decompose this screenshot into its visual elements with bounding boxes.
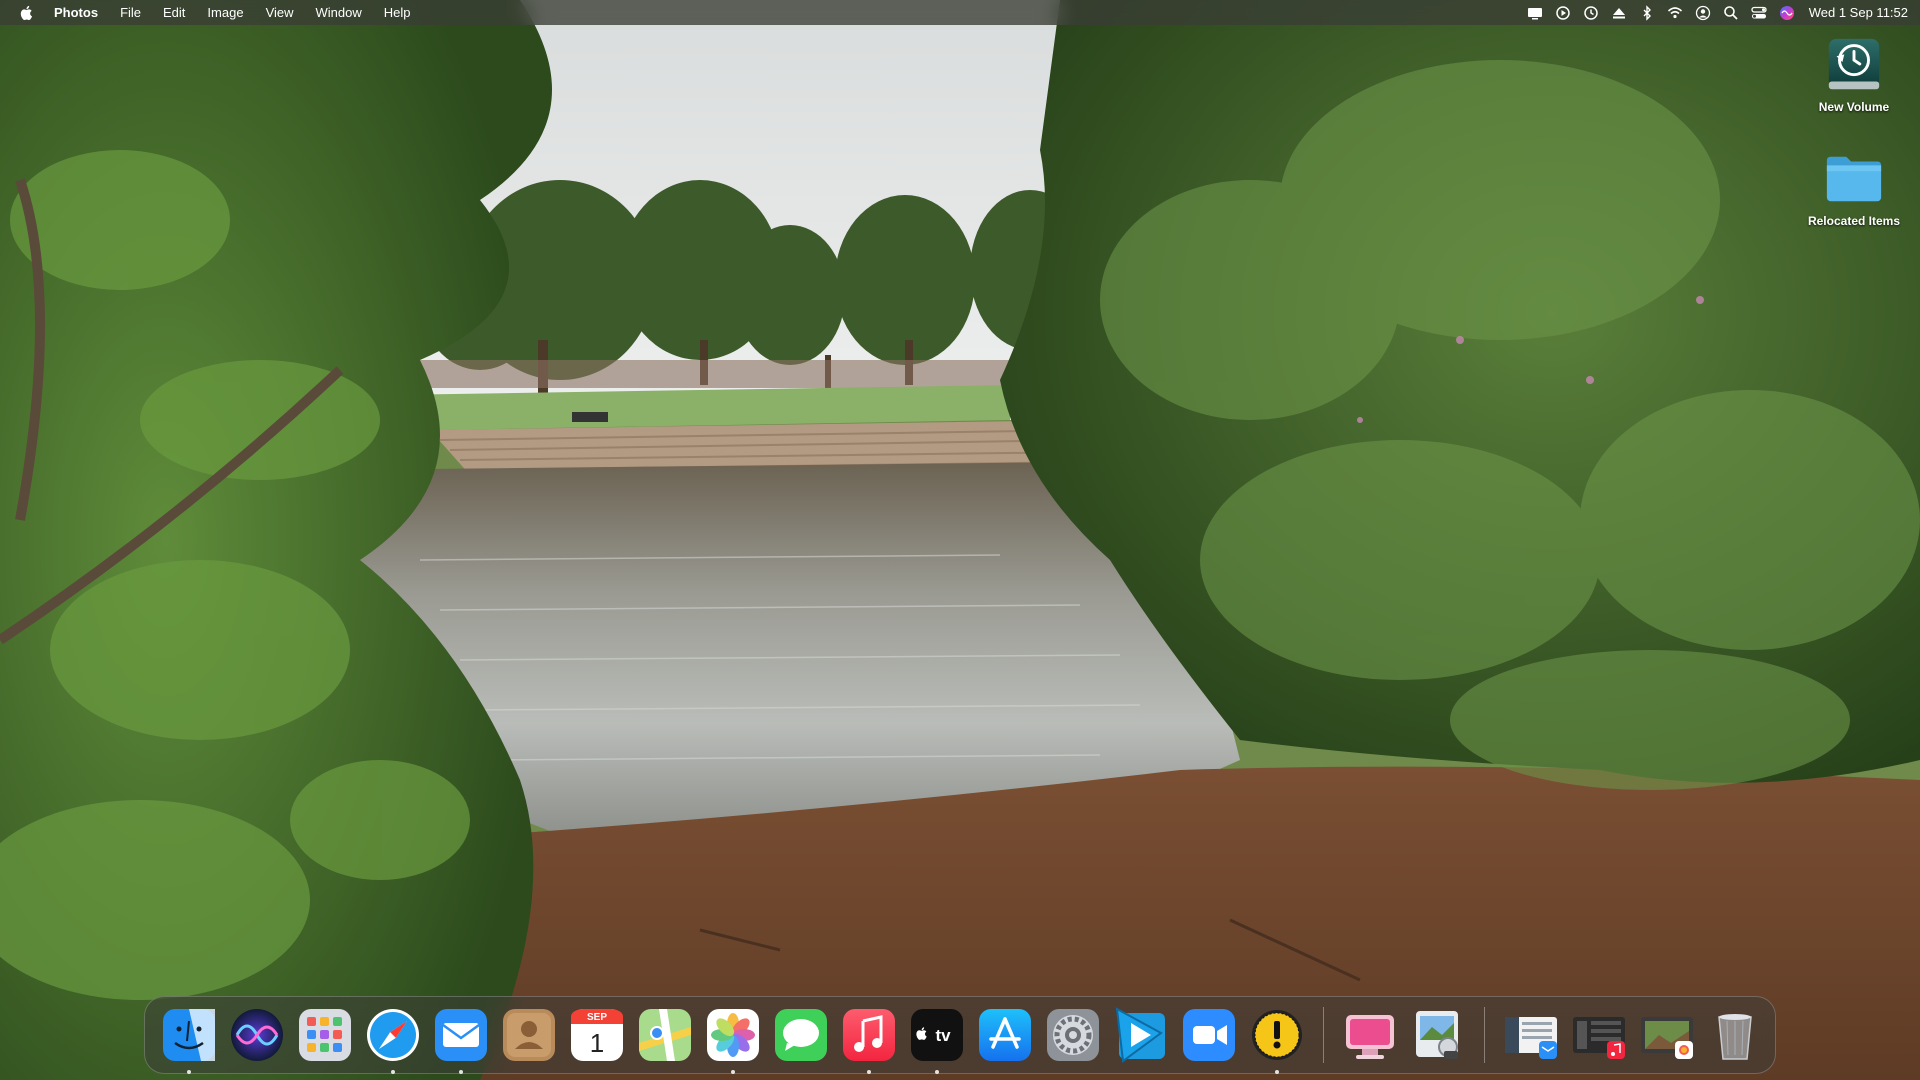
dock-siri[interactable]: [227, 1005, 287, 1065]
menubar-clock[interactable]: Wed 1 Sep 11:52: [1809, 5, 1908, 20]
user-icon[interactable]: [1689, 0, 1717, 25]
mail-icon: [435, 1009, 487, 1061]
app-store-icon: [979, 1009, 1031, 1061]
minimized-window-icon: [1573, 1017, 1625, 1059]
wifi-icon[interactable]: [1661, 0, 1689, 25]
siri-icon[interactable]: [1773, 0, 1801, 25]
running-indicator: [1275, 1070, 1279, 1074]
minimized-window-icon: [1505, 1017, 1557, 1059]
running-indicator: [935, 1070, 939, 1074]
cleanmymac-icon: [1346, 1015, 1394, 1059]
time-machine-icon[interactable]: [1577, 0, 1605, 25]
dock-separator: [1323, 1007, 1324, 1063]
desktop-icon-label: Relocated Items: [1807, 214, 1901, 228]
menu-view[interactable]: View: [255, 0, 305, 25]
calendar-day: 1: [590, 1028, 604, 1058]
calendar-month: SEP: [587, 1012, 607, 1023]
dock-music[interactable]: [839, 1005, 899, 1074]
dock-tv[interactable]: tv: [907, 1005, 967, 1074]
dock-trash[interactable]: [1705, 1005, 1765, 1065]
play-circle-icon[interactable]: [1549, 0, 1577, 25]
preview-icon: [1416, 1011, 1458, 1059]
dock-photos[interactable]: [703, 1005, 763, 1074]
desktop-wallpaper: [0, 0, 1920, 1080]
running-indicator: [731, 1070, 735, 1074]
console-warning-icon: [1252, 1010, 1302, 1060]
desktop-icon-relocated-items[interactable]: Relocated Items: [1799, 146, 1909, 228]
dock-finder[interactable]: [159, 1005, 219, 1074]
photos-icon: [707, 1009, 759, 1061]
dock-launchpad[interactable]: [295, 1005, 355, 1065]
dock-minimized-photos-window[interactable]: [1637, 1005, 1697, 1065]
control-center-icon[interactable]: [1745, 0, 1773, 25]
dock-mail[interactable]: [431, 1005, 491, 1074]
running-indicator: [867, 1070, 871, 1074]
contacts-icon: [503, 1009, 555, 1061]
running-indicator: [391, 1070, 395, 1074]
dock-safari[interactable]: [363, 1005, 423, 1074]
maps-icon: [639, 1009, 691, 1061]
dock-prime-video[interactable]: [1111, 1005, 1171, 1065]
search-icon[interactable]: [1717, 0, 1745, 25]
dock-app-store[interactable]: [975, 1005, 1035, 1065]
dock-system-preferences[interactable]: [1043, 1005, 1103, 1065]
trash-icon: [1718, 1014, 1752, 1060]
calendar-icon: SEP 1: [571, 1009, 623, 1061]
dock-console[interactable]: [1247, 1005, 1307, 1074]
dock-zoom[interactable]: [1179, 1005, 1239, 1065]
display-icon[interactable]: [1521, 0, 1549, 25]
apple-menu-icon[interactable]: [20, 4, 36, 22]
dock-preview[interactable]: [1408, 1005, 1468, 1065]
music-icon: [843, 1009, 895, 1061]
dock-calendar[interactable]: SEP 1: [567, 1005, 627, 1065]
minimized-window-icon: [1641, 1017, 1693, 1059]
menu-edit[interactable]: Edit: [152, 0, 196, 25]
tv-label: tv: [935, 1026, 951, 1045]
dock-separator: [1484, 1007, 1485, 1063]
menu-app-name[interactable]: Photos: [54, 0, 109, 25]
launchpad-icon: [299, 1009, 351, 1061]
dock-cleanmymac[interactable]: [1340, 1005, 1400, 1065]
bluetooth-icon[interactable]: [1633, 0, 1661, 25]
running-indicator: [187, 1070, 191, 1074]
siri-icon: [231, 1009, 283, 1061]
eject-icon[interactable]: [1605, 0, 1633, 25]
menu-image[interactable]: Image: [196, 0, 254, 25]
prime-video-icon: [1115, 1007, 1165, 1063]
zoom-icon: [1183, 1009, 1235, 1061]
menu-help[interactable]: Help: [373, 0, 422, 25]
folder-icon: [1822, 146, 1886, 210]
apple-tv-icon: tv: [911, 1009, 963, 1061]
desktop-icon-new-volume[interactable]: New Volume: [1799, 32, 1909, 114]
dock-contacts[interactable]: [499, 1005, 559, 1065]
safari-icon: [367, 1009, 419, 1061]
menu-bar: Photos File Edit Image View Window Help: [0, 0, 1920, 25]
dock-maps[interactable]: [635, 1005, 695, 1065]
dock-minimized-mail-window[interactable]: [1501, 1005, 1561, 1065]
dock-messages[interactable]: [771, 1005, 831, 1065]
dock: SEP 1 tv: [144, 996, 1776, 1074]
dock-minimized-music-window[interactable]: [1569, 1005, 1629, 1065]
gear-icon: [1047, 1009, 1099, 1061]
finder-icon: [163, 1009, 215, 1061]
menu-window[interactable]: Window: [305, 0, 373, 25]
messages-icon: [775, 1009, 827, 1061]
menu-file[interactable]: File: [109, 0, 152, 25]
running-indicator: [459, 1070, 463, 1074]
time-machine-drive-icon: [1822, 32, 1886, 96]
desktop-icon-label: New Volume: [1818, 100, 1890, 114]
